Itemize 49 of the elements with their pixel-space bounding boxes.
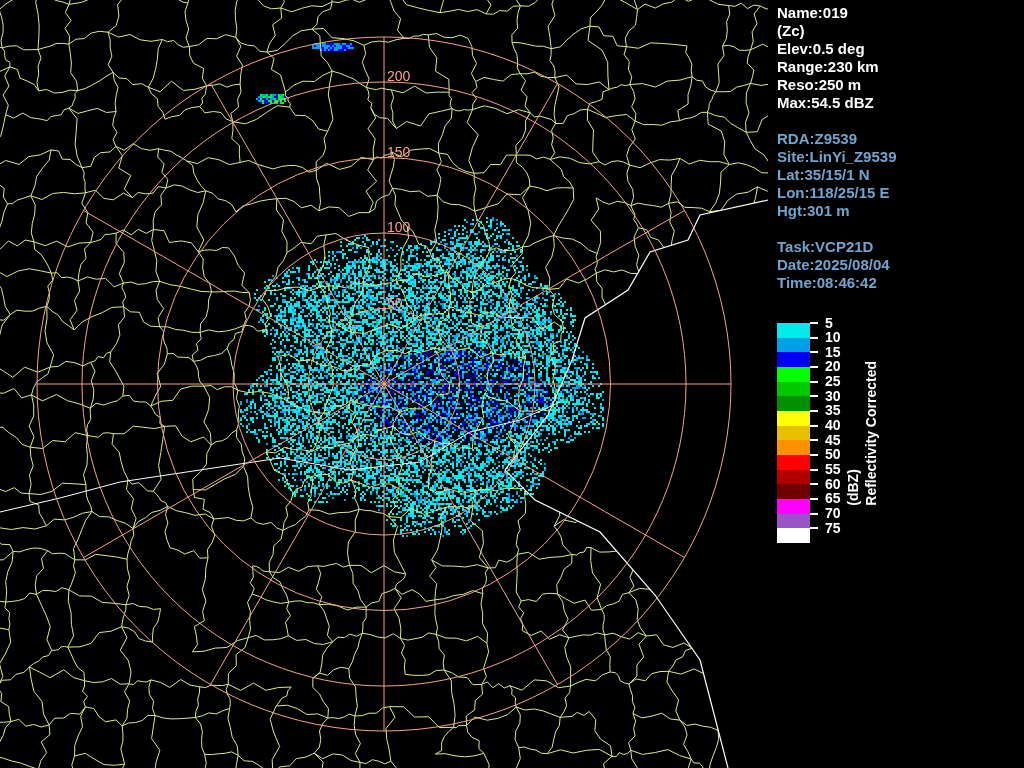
product-info-line: Max:54.5 dBZ [777, 94, 874, 112]
legend-tick-mark [810, 365, 818, 368]
legend-value: 20 [825, 359, 841, 375]
legend-value: 70 [825, 506, 841, 522]
product-info-line: (Zc) [777, 22, 805, 40]
legend-tick-mark [810, 336, 818, 339]
legend-value: 75 [825, 520, 841, 536]
legend-value: 10 [825, 330, 841, 346]
legend-title: Reflectivity Corrected [862, 360, 879, 506]
legend-tick-mark [810, 483, 818, 486]
site-info-line: Site:LinYi_Z9539 [777, 148, 897, 166]
legend-tick-mark [810, 468, 818, 471]
task-info-line: Task:VCP21D [777, 238, 874, 256]
site-info-line: RDA:Z9539 [777, 130, 858, 148]
legend-value: 60 [825, 476, 841, 492]
legend-value: 40 [825, 418, 841, 434]
legend-tick-mark [810, 439, 818, 442]
legend-tick-mark [810, 512, 818, 515]
legend-value: 50 [825, 447, 841, 463]
legend-tick-mark [810, 380, 818, 383]
legend-value: 55 [825, 462, 841, 478]
legend-unit: (dBZ) [844, 467, 861, 506]
legend-tick-mark [810, 395, 818, 398]
legend-tick-mark [810, 424, 818, 427]
legend-tick-mark [810, 351, 818, 354]
radar-echo-drawing [312, 41, 354, 51]
radar-echo-drawing [256, 94, 286, 104]
site-info-line: Lon:118/25/15 E [777, 184, 890, 202]
legend-tick-mark [810, 453, 818, 456]
legend-tick-mark [810, 527, 818, 530]
product-info-line: Name:019 [777, 4, 848, 22]
task-info-line: Time:08:46:42 [777, 274, 877, 292]
legend-value: 30 [825, 388, 841, 404]
legend-value: 5 [825, 315, 833, 331]
task-info-line: Date:2025/08/04 [777, 256, 890, 274]
legend-tick-mark [810, 322, 818, 324]
product-info-line: Elev:0.5 deg [777, 40, 865, 58]
legend-tick-mark [810, 409, 818, 412]
legend-value: 35 [825, 403, 841, 419]
legend-tick-mark [810, 497, 818, 500]
site-info-line: Hgt:301 m [777, 202, 850, 220]
legend-value: 45 [825, 432, 841, 448]
legend-value: 25 [825, 374, 841, 390]
site-info-line: Lat:35/15/1 N [777, 166, 870, 184]
legend-value: 15 [825, 344, 841, 360]
product-info-line: Range:230 km [777, 58, 879, 76]
legend-value: 65 [825, 491, 841, 507]
product-info-line: Reso:250 m [777, 76, 862, 94]
range-label: 200 [387, 68, 411, 84]
